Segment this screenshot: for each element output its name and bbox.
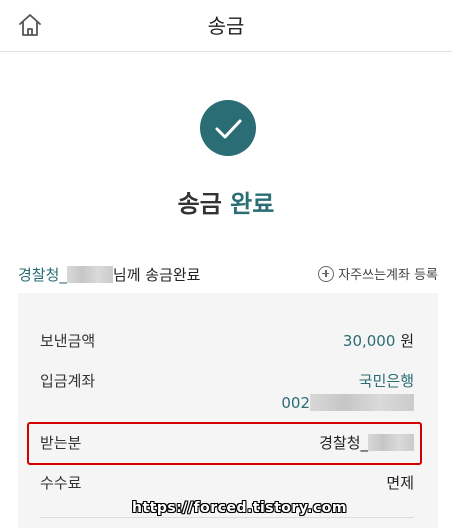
completion-title-accent: 완료 [230,190,275,218]
add-favorite-account-button[interactable]: 자주쓰는계좌 등록 [318,264,438,283]
amount-unit: 원 [400,332,414,350]
account-number: 002 [281,394,414,412]
recipient-name: 경찰청_ [18,266,67,284]
account-number-prefix: 002 [281,394,310,412]
amount-number: 30,000 [342,332,396,350]
recipient-summary: 경찰청_ 님께 송금완료 [18,264,200,285]
redacted-name [66,266,113,283]
receiver-highlight-box [27,422,422,465]
add-favorite-account-label: 자주쓰는계좌 등록 [338,268,438,283]
redacted-account-number [310,394,414,411]
completion-title: 송금 완료 [0,184,452,219]
fee-label: 수수료 [40,474,82,492]
completion-title-prefix: 송금 [177,190,222,218]
page-title: 송금 [207,14,245,38]
watermark-text: https://forced.tistory.com [132,500,347,516]
plus-circle-icon [318,266,335,282]
bank-name: 국민은행 [358,372,414,390]
fee-value: 면제 [386,474,414,492]
divider [40,517,414,518]
account-label: 입금계좌 [40,372,96,390]
amount-value: 30,000 원 [343,330,414,351]
header-bar: 송금 [0,0,452,52]
recipient-suffix: 님께 송금완료 [112,266,201,284]
check-icon [200,100,256,156]
amount-label: 보낸금액 [40,332,96,350]
